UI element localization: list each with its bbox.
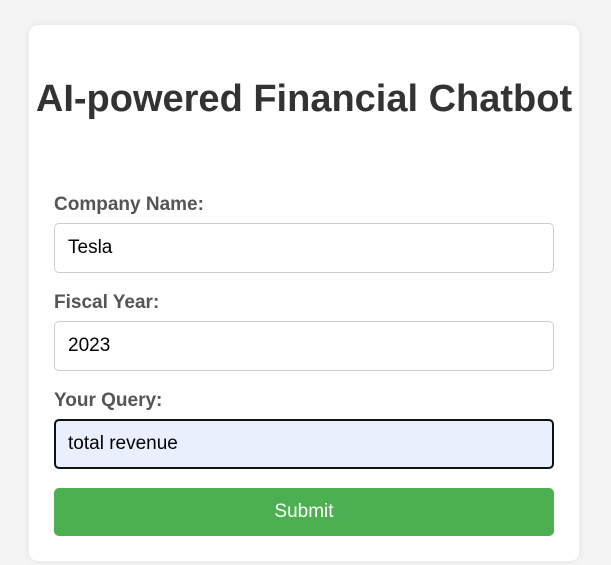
submit-button[interactable]: Submit	[54, 488, 554, 536]
query-input[interactable]	[54, 419, 554, 469]
fiscal-year-label: Fiscal Year:	[54, 292, 160, 313]
company-name-input[interactable]	[54, 223, 554, 273]
chatbot-form-card: AI-powered Financial Chatbot Company Nam…	[29, 25, 579, 561]
fiscal-year-input[interactable]	[54, 321, 554, 371]
page-title: AI-powered Financial Chatbot	[35, 78, 573, 120]
query-label: Your Query:	[54, 390, 163, 411]
company-name-label: Company Name:	[54, 194, 204, 215]
